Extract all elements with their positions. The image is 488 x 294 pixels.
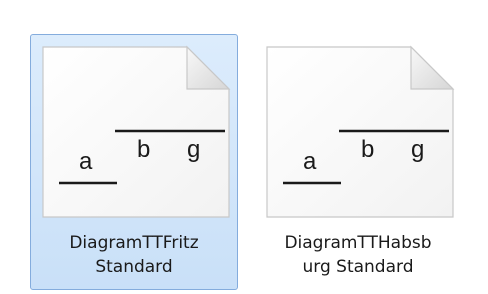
file-item-diagramtthabsburg-standard[interactable]: a b g DiagramTTHabsb urg Standard <box>254 34 462 290</box>
file-name-line-1: DiagramTTHabsb <box>284 233 432 253</box>
file-name-label: DiagramTTHabsb urg Standard <box>259 231 457 279</box>
file-name-line-2: urg Standard <box>302 257 414 277</box>
thumbnail-letter-g: g <box>411 136 424 163</box>
thumbnail-letter-b: b <box>361 136 374 163</box>
thumbnail-letter-a: a <box>303 148 317 175</box>
thumbnail-letter-g: g <box>187 136 200 163</box>
document-thumbnail-icon: a b g <box>42 45 231 218</box>
document-thumbnail-icon: a b g <box>266 45 455 218</box>
file-name-line-2: Standard <box>95 257 173 277</box>
file-name-line-1: DiagramTTFritz <box>69 233 199 253</box>
thumbnail-letter-b: b <box>137 136 150 163</box>
thumbnail-letter-a: a <box>79 148 93 175</box>
file-item-diagramttfritz-standard[interactable]: a b g DiagramTTFritz Standard <box>30 34 238 290</box>
file-name-label: DiagramTTFritz Standard <box>35 231 233 279</box>
